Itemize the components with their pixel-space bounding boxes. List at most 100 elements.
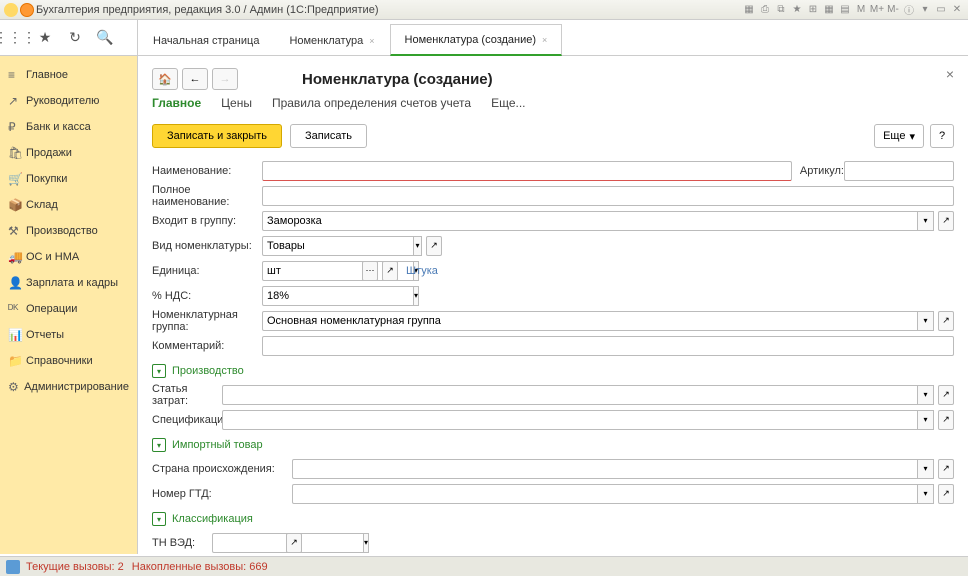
sidebar-label: ОС и НМА — [26, 251, 79, 263]
sidebar-item-1[interactable]: ↗Руководителю — [0, 88, 137, 114]
open-icon[interactable]: ↗ — [938, 211, 954, 231]
titlebar-btn-7[interactable]: M — [854, 3, 868, 17]
close-icon[interactable]: × — [542, 35, 547, 45]
back-button[interactable]: ← — [182, 68, 208, 90]
country-input[interactable] — [292, 459, 918, 479]
open-icon[interactable]: ↗ — [426, 236, 442, 256]
chevron-down-icon[interactable]: ▾ — [918, 484, 934, 504]
sidebar-label: Администрирование — [24, 381, 129, 393]
search-icon[interactable]: 🔍 — [90, 20, 120, 56]
name-input[interactable] — [262, 161, 792, 181]
titlebar-btn-13[interactable]: ✕ — [950, 3, 964, 17]
open-icon[interactable]: ↗ — [286, 533, 302, 553]
comment-input[interactable] — [262, 336, 954, 356]
chevron-down-icon[interactable]: ▾ — [364, 533, 369, 553]
section-import[interactable]: ▾ Импортный товар — [152, 434, 954, 456]
artikul-input[interactable] — [844, 161, 954, 181]
close-form-icon[interactable]: × — [946, 66, 954, 82]
vat-input[interactable] — [262, 286, 414, 306]
label-nomgroup: Номенклатурная группа: — [152, 309, 262, 333]
sidebar-item-5[interactable]: 📦Склад — [0, 192, 137, 218]
sidebar-item-0[interactable]: ≡Главное — [0, 62, 137, 88]
more-button[interactable]: Еще▾ — [874, 124, 924, 148]
section-classification[interactable]: ▾ Классификация — [152, 508, 954, 530]
titlebar-btn-5[interactable]: ▦ — [822, 3, 836, 17]
cost-input[interactable] — [222, 385, 918, 405]
home-button[interactable]: 🏠 — [152, 68, 178, 90]
sidebar-item-10[interactable]: 📊Отчеты — [0, 322, 137, 348]
status-accumulated: Накопленные вызовы: 669 — [132, 561, 268, 573]
sidebar-icon: ᴰᴷ — [8, 302, 26, 316]
open-icon[interactable]: ↗ — [938, 484, 954, 504]
sidebar-item-2[interactable]: ₽Банк и касса — [0, 114, 137, 140]
open-icon[interactable]: ↗ — [382, 261, 398, 281]
nomgroup-input[interactable] — [262, 311, 918, 331]
label-unit: Единица: — [152, 265, 262, 277]
sidebar-label: Производство — [26, 225, 98, 237]
titlebar-btn-3[interactable]: ★ — [790, 3, 804, 17]
sidebar-item-7[interactable]: 🚚ОС и НМА — [0, 244, 137, 270]
titlebar-btn-4[interactable]: ⊞ — [806, 3, 820, 17]
chevron-down-icon[interactable]: ▾ — [918, 410, 934, 430]
titlebar-btn-0[interactable]: ▦ — [742, 3, 756, 17]
titlebar-btn-12[interactable]: ▭ — [934, 3, 948, 17]
chevron-down-icon[interactable]: ▾ — [918, 459, 934, 479]
sidebar-item-11[interactable]: 📁Справочники — [0, 348, 137, 374]
sidebar-item-6[interactable]: ⚒Производство — [0, 218, 137, 244]
sidebar-icon: 🛍 — [8, 146, 26, 160]
open-icon[interactable]: ↗ — [938, 459, 954, 479]
fullname-input[interactable] — [262, 186, 954, 206]
sidebar-item-12[interactable]: ⚙Администрирование — [0, 374, 137, 400]
section-production[interactable]: ▾ Производство — [152, 360, 954, 382]
subtab-rules[interactable]: Правила определения счетов учета — [272, 96, 471, 116]
close-icon[interactable]: × — [369, 36, 374, 46]
save-close-button[interactable]: Записать и закрыть — [152, 124, 282, 148]
tab-nomenclature-create[interactable]: Номенклатура (создание)× — [390, 24, 563, 56]
titlebar-btn-9[interactable]: M- — [886, 3, 900, 17]
titlebar-btn-8[interactable]: M+ — [870, 3, 884, 17]
sidebar-icon: ⚙ — [8, 380, 24, 394]
label-comment: Комментарий: — [152, 340, 262, 352]
app-icon-1c — [4, 3, 18, 17]
status-current: Текущие вызовы: 2 — [26, 561, 124, 573]
chevron-down-icon[interactable]: ▾ — [918, 311, 934, 331]
chevron-down-icon[interactable]: ▾ — [414, 286, 419, 306]
titlebar-btn-6[interactable]: ▤ — [838, 3, 852, 17]
sidebar-icon: 📁 — [8, 354, 26, 368]
gtd-input[interactable] — [292, 484, 918, 504]
subtab-main[interactable]: Главное — [152, 96, 201, 116]
help-button[interactable]: ? — [930, 124, 954, 148]
app-icon-arrow — [20, 3, 34, 17]
spec-input[interactable] — [222, 410, 918, 430]
sidebar: ≡Главное↗Руководителю₽Банк и касса🛍Прода… — [0, 56, 138, 554]
save-button[interactable]: Записать — [290, 124, 367, 148]
open-icon[interactable]: ↗ — [938, 311, 954, 331]
open-icon[interactable]: ↗ — [938, 385, 954, 405]
chevron-down-icon[interactable]: ▾ — [414, 236, 422, 256]
label-group: Входит в группу: — [152, 215, 262, 227]
tab-nomenclature[interactable]: Номенклатура× — [274, 24, 389, 56]
subtab-more[interactable]: Еще... — [491, 96, 525, 116]
subtab-prices[interactable]: Цены — [221, 96, 252, 116]
list-icon[interactable]: ⋯ — [362, 261, 378, 281]
star-icon[interactable]: ★ — [30, 20, 60, 56]
titlebar-btn-11[interactable]: ▾ — [918, 3, 932, 17]
apps-icon[interactable]: ⋮⋮⋮ — [0, 20, 30, 56]
titlebar-btn-2[interactable]: ⧉ — [774, 3, 788, 17]
chevron-down-icon[interactable]: ▾ — [918, 385, 934, 405]
sidebar-item-8[interactable]: 👤Зарплата и кадры — [0, 270, 137, 296]
chevron-down-icon[interactable]: ▾ — [918, 211, 934, 231]
status-icon — [6, 560, 20, 574]
open-icon[interactable]: ↗ — [938, 410, 954, 430]
sidebar-label: Отчеты — [26, 329, 64, 341]
sidebar-item-9[interactable]: ᴰᴷОперации — [0, 296, 137, 322]
sidebar-item-4[interactable]: 🛒Покупки — [0, 166, 137, 192]
tab-start[interactable]: Начальная страница — [138, 24, 274, 56]
titlebar-btn-10[interactable]: ⓘ — [902, 3, 916, 17]
history-icon[interactable]: ↻ — [60, 20, 90, 56]
sidebar-item-3[interactable]: 🛍Продажи — [0, 140, 137, 166]
kind-input[interactable] — [262, 236, 414, 256]
titlebar-btn-1[interactable]: ⎙ — [758, 3, 772, 17]
forward-button[interactable]: → — [212, 68, 238, 90]
group-input[interactable] — [262, 211, 918, 231]
